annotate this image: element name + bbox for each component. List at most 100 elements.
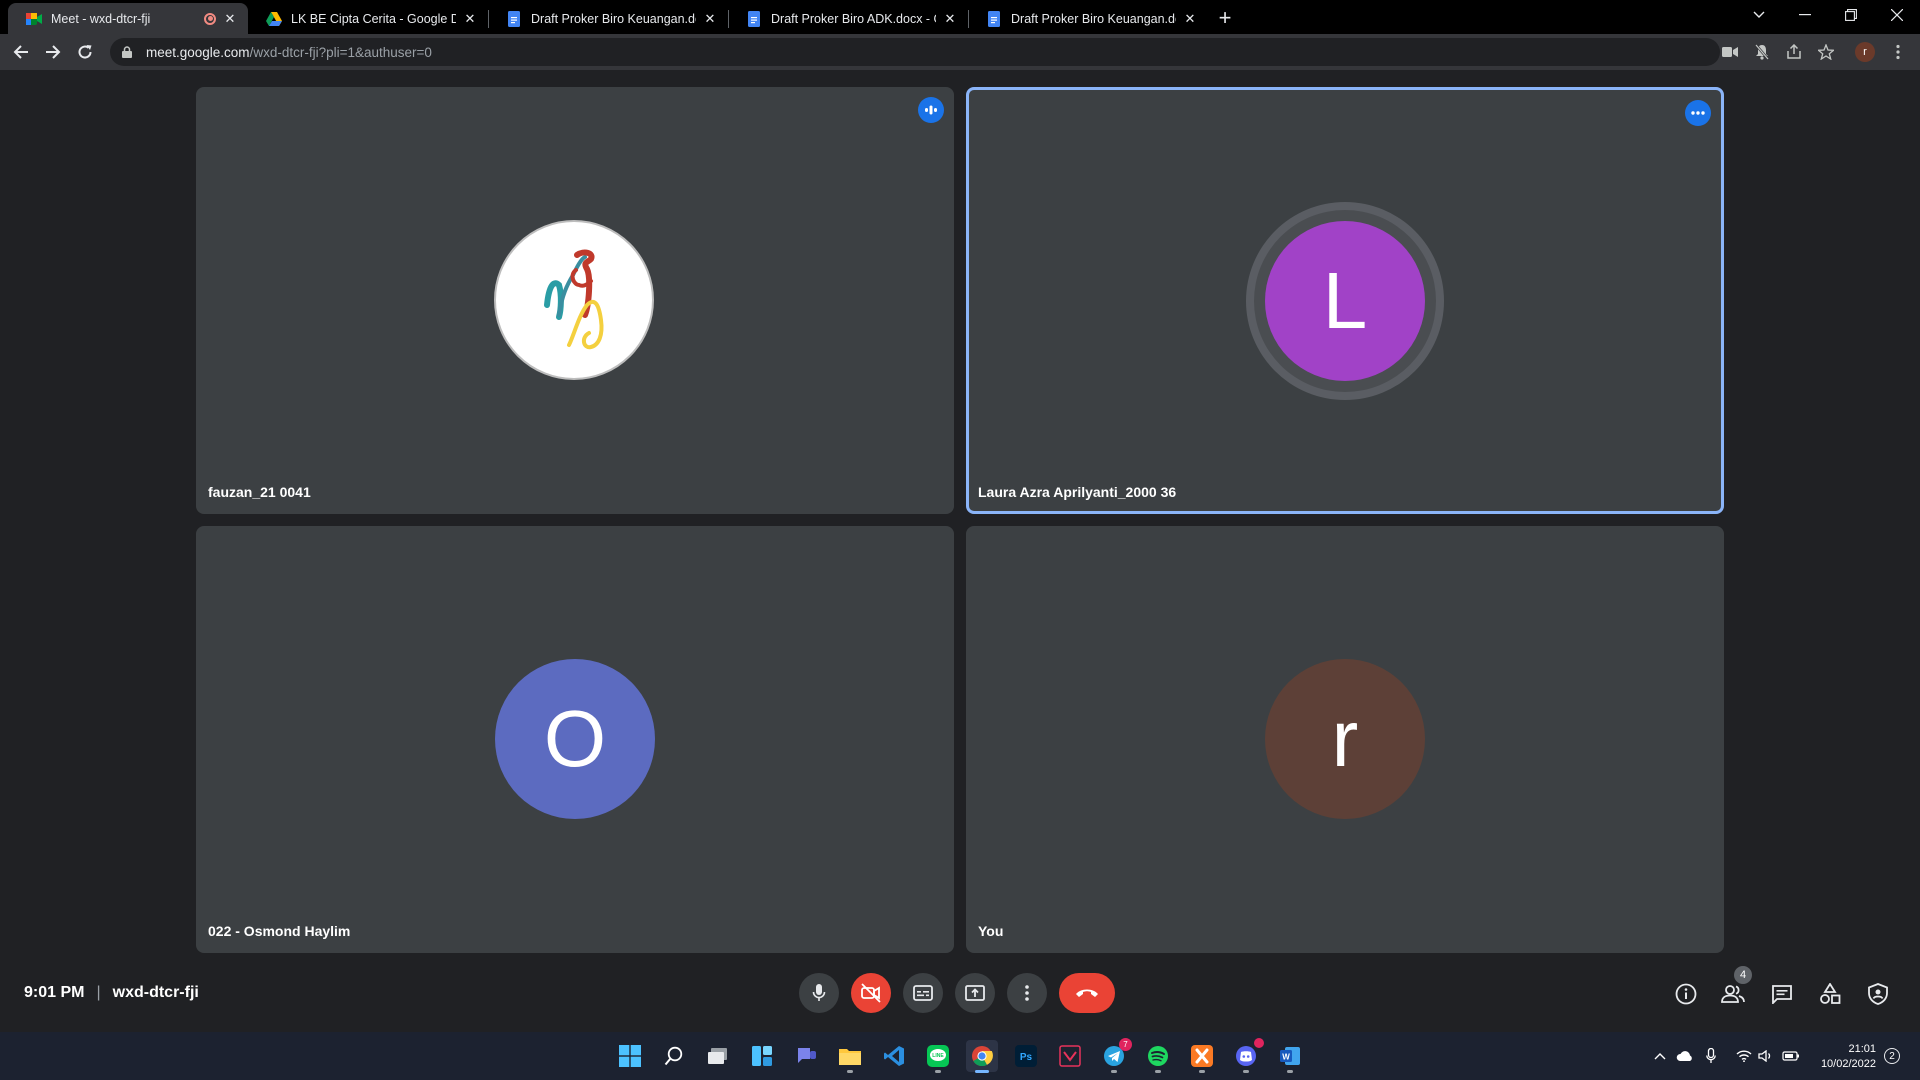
onedrive-icon[interactable] — [1676, 1032, 1694, 1080]
avatar-initial: r — [1331, 694, 1359, 783]
notification-badge: 7 — [1119, 1038, 1132, 1051]
meeting-details-icon[interactable] — [1674, 982, 1698, 1006]
windows-taskbar: LINE Ps 7 W — [0, 1032, 1920, 1080]
clock-date: 10/02/2022 — [1820, 1058, 1876, 1070]
volume-icon[interactable] — [1758, 1032, 1774, 1080]
camera-off-button[interactable] — [851, 973, 891, 1013]
discord-icon[interactable] — [1230, 1038, 1264, 1073]
close-tab-icon[interactable]: ✕ — [942, 11, 958, 27]
svg-text:W: W — [1282, 1053, 1290, 1062]
forward-icon[interactable] — [40, 39, 66, 65]
running-indicator — [1287, 1070, 1293, 1073]
spotify-icon[interactable] — [1142, 1040, 1174, 1073]
chevron-up-icon — [1654, 1053, 1666, 1060]
tab-title: Draft Proker Biro Keuangan.docx — [1011, 11, 1176, 26]
participant-logo-avatar — [494, 220, 654, 380]
new-tab-button[interactable]: + — [1212, 6, 1238, 32]
recording-icon — [204, 12, 216, 25]
battery-icon[interactable] — [1782, 1032, 1800, 1080]
profile-avatar[interactable]: r — [1855, 42, 1875, 62]
notifications-blocked-icon[interactable] — [1752, 42, 1772, 62]
participant-tile[interactable]: fauzan_21 0041 — [196, 87, 954, 514]
line-app-icon[interactable]: LINE — [922, 1040, 954, 1073]
self-tile[interactable]: r You — [966, 526, 1724, 953]
present-screen-button[interactable] — [955, 973, 995, 1013]
teams-chat-icon[interactable] — [790, 1040, 822, 1072]
running-indicator — [1199, 1070, 1205, 1073]
tab-title: Draft Proker Biro Keuangan.docx — [531, 11, 696, 26]
photoshop-icon[interactable]: Ps — [1010, 1040, 1042, 1072]
chat-icon[interactable] — [1770, 982, 1794, 1006]
tab-title: LK BE Cipta Cerita - Google Drive — [291, 11, 456, 26]
meeting-code: wxd-dtcr-fji — [112, 984, 199, 1001]
host-controls-icon[interactable] — [1866, 982, 1890, 1006]
vscode-icon[interactable] — [878, 1040, 910, 1072]
task-view-icon[interactable] — [702, 1040, 734, 1072]
wifi-icon[interactable] — [1736, 1032, 1752, 1080]
calligraphy-logo-icon — [544, 249, 604, 350]
notification-center-badge[interactable]: 2 — [1884, 1048, 1900, 1064]
more-options-icon[interactable] — [1685, 100, 1711, 126]
captions-button[interactable] — [903, 973, 943, 1013]
running-indicator — [847, 1070, 853, 1073]
close-tab-icon[interactable]: ✕ — [702, 11, 718, 27]
running-indicator — [935, 1070, 941, 1073]
tab-title: Meet - wxd-dtcr-fji — [51, 11, 151, 26]
present-screen-icon — [965, 985, 985, 1001]
running-indicator — [1243, 1070, 1249, 1073]
docs-icon — [986, 10, 1002, 27]
browser-toolbar: meet.google.com/wxd-dtcr-fji?pli=1&authu… — [0, 34, 1920, 71]
address-bar[interactable]: meet.google.com/wxd-dtcr-fji?pli=1&authu… — [110, 38, 1720, 66]
widgets-icon[interactable] — [746, 1040, 778, 1072]
share-icon[interactable] — [1784, 42, 1804, 62]
lock-icon[interactable] — [122, 46, 134, 58]
windows-logo-icon — [619, 1045, 641, 1067]
search-icon[interactable] — [658, 1040, 690, 1072]
chrome-icon[interactable] — [966, 1040, 998, 1073]
bookmark-star-icon[interactable] — [1816, 42, 1836, 62]
restore-icon[interactable] — [1828, 0, 1874, 30]
running-indicator — [975, 1070, 989, 1073]
system-clock[interactable]: 21:01 10/02/2022 — [1814, 1042, 1876, 1072]
more-options-button[interactable] — [1007, 973, 1047, 1013]
close-tab-icon[interactable]: ✕ — [462, 11, 478, 27]
self-avatar: r — [1265, 659, 1425, 819]
participant-name: 022 - Osmond Haylim — [208, 923, 351, 939]
vectornator-icon[interactable] — [1054, 1040, 1086, 1072]
file-explorer-icon[interactable] — [834, 1040, 866, 1073]
tab-docs-adk[interactable]: Draft Proker Biro ADK.docx - Goo ✕ — [728, 3, 968, 34]
xampp-icon[interactable] — [1186, 1040, 1218, 1073]
close-tab-icon[interactable]: ✕ — [222, 11, 238, 27]
microphone-in-use-icon[interactable] — [1706, 1032, 1716, 1080]
tab-docs-keuangan-2[interactable]: Draft Proker Biro Keuangan.docx ✕ — [968, 3, 1208, 34]
svg-text:LINE: LINE — [932, 1053, 944, 1059]
microphone-button[interactable] — [799, 973, 839, 1013]
tab-title: Draft Proker Biro ADK.docx - Goo — [771, 11, 936, 26]
tab-meet[interactable]: Meet - wxd-dtcr-fji ✕ — [8, 3, 248, 34]
leave-call-button[interactable] — [1059, 973, 1115, 1013]
url-path: /wxd-dtcr-fji?pli=1&authuser=0 — [249, 44, 432, 60]
participant-tile-active-speaker[interactable]: L Laura Azra Aprilyanti_2000 36 — [966, 87, 1724, 514]
word-icon[interactable]: W — [1274, 1040, 1306, 1073]
telegram-icon[interactable]: 7 — [1098, 1038, 1132, 1073]
people-icon[interactable] — [1721, 982, 1745, 1006]
show-hidden-icons[interactable] — [1654, 1032, 1666, 1080]
close-tab-icon[interactable]: ✕ — [1182, 11, 1198, 27]
camera-in-use-icon[interactable] — [1720, 42, 1740, 62]
tab-drive[interactable]: LK BE Cipta Cerita - Google Drive ✕ — [248, 3, 488, 34]
close-window-icon[interactable] — [1874, 0, 1920, 30]
tab-docs-keuangan[interactable]: Draft Proker Biro Keuangan.docx ✕ — [488, 3, 728, 34]
start-button[interactable] — [614, 1040, 646, 1072]
minimize-icon[interactable] — [1782, 0, 1828, 30]
clock-time: 21:01 — [1848, 1043, 1876, 1055]
separator: | — [96, 984, 101, 1001]
participant-avatar: L — [1265, 221, 1425, 381]
reload-icon[interactable] — [72, 39, 98, 65]
activities-icon[interactable] — [1818, 982, 1842, 1006]
chrome-menu-icon[interactable] — [1888, 42, 1908, 62]
participant-name: fauzan_21 0041 — [208, 484, 311, 500]
back-icon[interactable] — [8, 39, 34, 65]
tab-search-icon[interactable] — [1736, 0, 1782, 30]
drive-icon — [266, 11, 282, 27]
participant-tile[interactable]: O 022 - Osmond Haylim — [196, 526, 954, 953]
